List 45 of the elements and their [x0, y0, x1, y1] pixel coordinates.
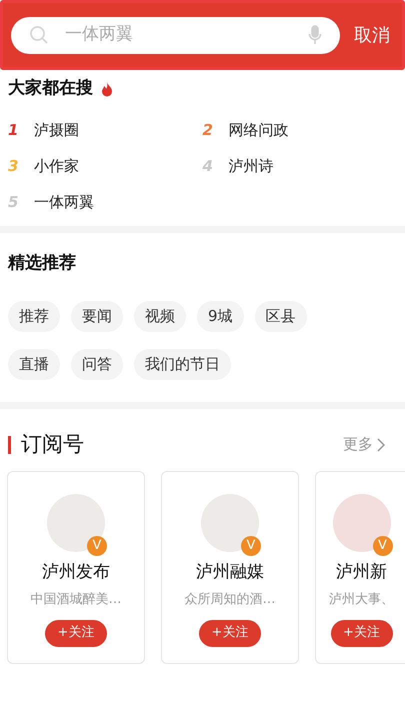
- category-chip[interactable]: 区县: [254, 300, 307, 332]
- section-title: 精选推荐: [8, 253, 76, 273]
- rank-number: 1: [8, 120, 20, 141]
- verified-badge: V: [372, 536, 392, 556]
- search-input[interactable]: 一体两翼: [65, 22, 292, 48]
- account-description: 众所周知的酒…: [184, 591, 276, 609]
- category-chip[interactable]: 推荐: [8, 300, 60, 332]
- account-card[interactable]: V 泸州融媒 众所周知的酒… +关注: [161, 470, 299, 664]
- verified-badge: V: [241, 536, 261, 556]
- category-chip[interactable]: 问答: [71, 348, 123, 380]
- follow-button[interactable]: +关注: [45, 620, 107, 646]
- hot-search-item[interactable]: 2 网络问政: [202, 112, 397, 148]
- hot-search-label: 一体两翼: [34, 192, 94, 213]
- section-title: 订阅号: [21, 430, 84, 458]
- category-chip[interactable]: 直播: [8, 348, 60, 380]
- account-card[interactable]: V 泸州发布 中国酒城醉美… +关注: [7, 470, 145, 664]
- follow-button[interactable]: +关注: [199, 620, 261, 646]
- hot-search-label: 小作家: [34, 156, 79, 177]
- section-title: 大家都在搜: [8, 77, 93, 100]
- category-chip[interactable]: 视频: [134, 300, 186, 332]
- account-name: 泸州发布: [42, 560, 110, 584]
- chevron-right-icon: [377, 438, 385, 452]
- account-card[interactable]: V 泸州新 泸州大事、 +关注: [315, 470, 405, 664]
- category-chip[interactable]: 要闻: [71, 300, 123, 332]
- hot-search-label: 泸州诗: [228, 156, 274, 177]
- title-accent-bar: [8, 436, 11, 454]
- account-description: 泸州大事、: [329, 591, 394, 609]
- category-chip[interactable]: 我们的节日: [134, 348, 231, 380]
- verified-badge: V: [87, 536, 107, 556]
- category-chip[interactable]: 9城: [197, 300, 244, 332]
- account-description: 中国酒城醉美…: [30, 591, 122, 609]
- hot-search-label: 网络问政: [228, 120, 288, 141]
- account-name: 泸州新: [336, 560, 387, 584]
- account-name: 泸州融媒: [196, 560, 264, 584]
- hot-search-label: 泸摄圈: [34, 120, 79, 141]
- follow-button[interactable]: +关注: [330, 620, 392, 646]
- hot-search-item[interactable]: 3 小作家: [8, 148, 202, 184]
- rank-number: 2: [202, 120, 214, 141]
- rank-number: 3: [8, 156, 20, 177]
- cancel-button[interactable]: 取消: [354, 22, 390, 48]
- search-icon: [29, 25, 49, 45]
- search-field[interactable]: 一体两翼: [11, 16, 340, 54]
- microphone-icon[interactable]: [308, 25, 322, 45]
- flame-icon: [101, 82, 113, 96]
- hot-search-item[interactable]: 1 泸摄圈: [8, 112, 202, 148]
